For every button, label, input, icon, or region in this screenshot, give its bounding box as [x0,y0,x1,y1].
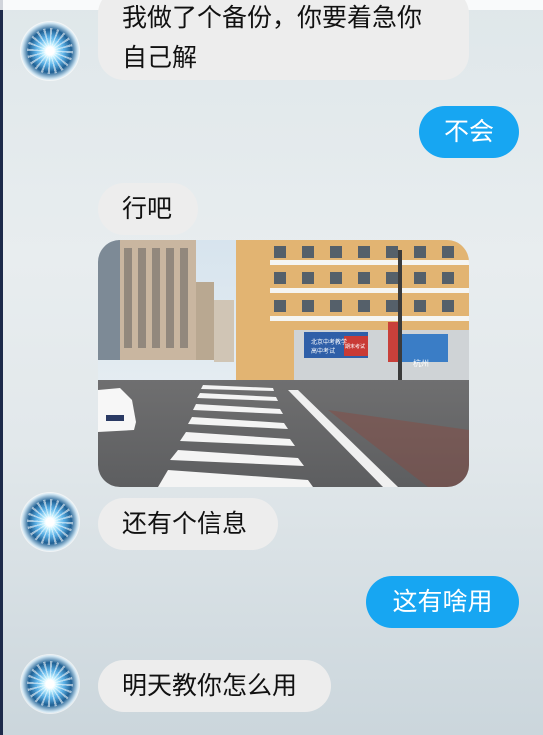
window-left-border [0,0,3,735]
blue-board-text: 北京中考教学 [311,338,347,346]
message-bubble-incoming[interactable]: 我做了个备份，你要着急你自己解 [98,0,469,80]
contact-avatar[interactable] [21,22,79,80]
message-text: 还有个信息 [122,509,248,538]
message-text: 不会 [443,117,494,146]
message-bubble-outgoing[interactable]: 不会 [419,106,519,158]
message-bubble-incoming[interactable]: 明天教你怎么用 [98,660,331,712]
contact-avatar[interactable] [21,655,79,713]
contact-avatar[interactable] [21,493,79,551]
message-text: 我做了个备份，你要着急你自己解 [122,3,423,72]
message-image[interactable]: 北京中考教学 高中考试 期末考试 杭州 [98,240,469,487]
message-bubble-outgoing[interactable]: 这有啥用 [366,576,519,628]
blue-board-text-2: 高中考试 [311,347,335,355]
store-sign-text: 杭州 [413,358,429,368]
message-text: 行吧 [122,194,173,223]
message-text: 这有啥用 [392,587,493,616]
message-bubble-incoming[interactable]: 行吧 [98,183,198,235]
message-text: 明天教你怎么用 [122,671,298,700]
message-bubble-incoming[interactable]: 还有个信息 [98,498,278,550]
red-board-text: 期末考试 [345,343,365,350]
street-photo: 北京中考教学 高中考试 期末考试 杭州 [98,240,469,487]
